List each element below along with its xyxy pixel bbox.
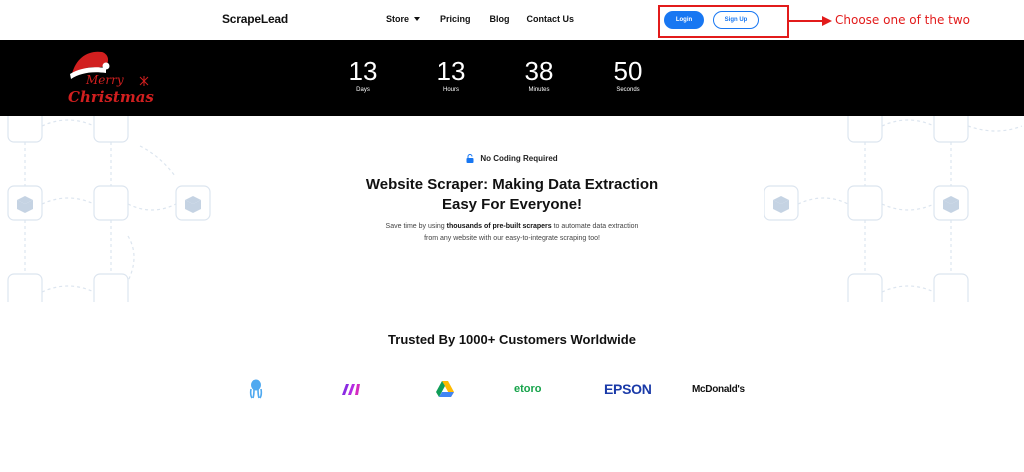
hero-description-line-2: from any website with our easy-to-integr… — [424, 235, 600, 242]
countdown-minutes-value: 38 — [524, 56, 554, 86]
countdown-seconds-label: Seconds — [616, 87, 640, 93]
customer-logos: etoro EPSON McDonald's — [0, 378, 1024, 400]
countdown-days-label: Days — [356, 87, 370, 93]
google-drive-icon — [436, 381, 454, 397]
make-icon — [342, 384, 360, 395]
nav-store-label: Store — [386, 14, 410, 24]
hero-title-line-2: Easy For Everyone! — [441, 196, 583, 213]
countdown-hours-value: 13 — [436, 56, 466, 86]
desc-pre: Save time by using — [385, 223, 447, 230]
nav-pricing[interactable]: Pricing — [440, 14, 471, 24]
countdown-hours-label: Hours — [442, 87, 459, 93]
annotation-text: Choose one of the two — [835, 13, 971, 27]
google-drive-logo — [435, 378, 455, 400]
hero-description-line-1: Save time by using thousands of pre-buil… — [312, 221, 712, 233]
main-nav: Store Pricing Blog Contact Us — [386, 14, 574, 24]
merry-text: Merry — [85, 73, 124, 87]
hero-section: No Coding Required Website Scraper: Maki… — [0, 116, 1024, 302]
site-logo[interactable]: ScrapeLead — [222, 12, 288, 26]
christmas-text: Christmas — [68, 88, 154, 106]
hero-title-line-1: Website Scraper: Making Data Extraction — [365, 176, 659, 193]
login-button[interactable]: Login — [664, 11, 704, 29]
signup-button[interactable]: Sign Up — [713, 11, 759, 29]
octopus-icon — [249, 379, 263, 399]
nav-blog[interactable]: Blog — [490, 14, 510, 24]
snowflake-icon — [139, 76, 149, 86]
countdown-minutes-label: Minutes — [528, 87, 550, 93]
epson-logo: EPSON — [604, 381, 652, 397]
nav-contact-us[interactable]: Contact Us — [527, 14, 575, 24]
no-coding-badge: No Coding Required — [0, 154, 1024, 163]
desc-post: to automate data extraction — [551, 223, 639, 230]
site-header: ScrapeLead Store Pricing Blog Contact Us… — [0, 0, 1024, 40]
hero-description: Save time by using thousands of pre-buil… — [312, 221, 712, 245]
annotation-arrow-line — [789, 20, 825, 22]
desc-bold: thousands of pre-built scrapers — [446, 223, 552, 230]
nav-store[interactable]: Store — [386, 14, 421, 24]
etoro-logo: etoro — [514, 383, 542, 395]
countdown-minutes: 38 Minutes — [509, 56, 569, 94]
make-logo — [340, 378, 362, 400]
countdown-seconds: 50 Seconds — [598, 56, 658, 94]
decorative-cube-pattern-left — [7, 116, 211, 302]
merry-christmas-graphic: Merry Christmas — [68, 51, 154, 106]
hero-title: Website Scraper: Making Data Extraction … — [312, 175, 712, 215]
countdown-days: 13 Days — [333, 56, 393, 94]
countdown-days-value: 13 — [348, 56, 378, 86]
chevron-down-icon — [414, 17, 421, 21]
mcdonalds-logo: McDonald's — [692, 383, 745, 395]
countdown-hours: 13 Hours — [421, 56, 481, 94]
octopus-logo — [249, 378, 263, 400]
page: ScrapeLead Store Pricing Blog Contact Us… — [0, 0, 1024, 472]
trusted-heading: Trusted By 1000+ Customers Worldwide — [388, 332, 636, 347]
badge-text: No Coding Required — [480, 154, 558, 163]
annotation-arrow-head — [822, 16, 832, 26]
countdown-seconds-value: 50 — [613, 56, 643, 86]
unlock-icon — [466, 154, 474, 163]
decorative-cube-pattern-right — [764, 116, 1023, 302]
